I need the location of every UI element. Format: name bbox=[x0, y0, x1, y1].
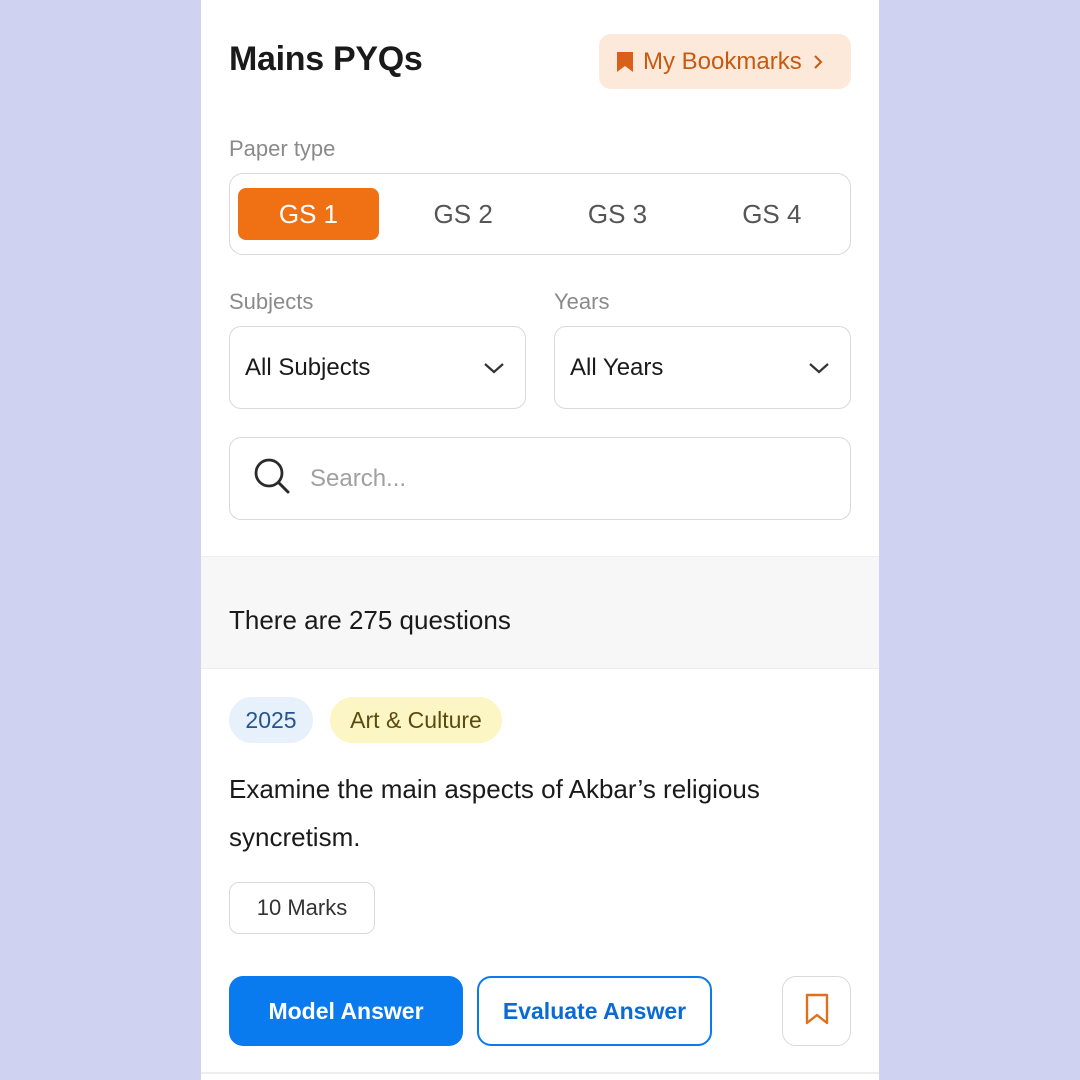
divider bbox=[201, 1072, 879, 1074]
question-card: 2025 Art & Culture Examine the main aspe… bbox=[201, 669, 879, 1080]
years-dropdown[interactable]: All Years bbox=[554, 326, 851, 409]
years-label: Years bbox=[554, 289, 610, 314]
tab-gs1[interactable]: GS 1 bbox=[238, 188, 379, 240]
subjects-dropdown[interactable]: All Subjects bbox=[229, 326, 526, 409]
page-title: Mains PYQs bbox=[229, 40, 423, 78]
results-count: There are 275 questions bbox=[229, 605, 511, 635]
search-box bbox=[229, 437, 851, 520]
years-value: All Years bbox=[570, 353, 664, 381]
paper-type-selector: GS 1 GS 2 GS 3 GS 4 bbox=[229, 173, 851, 255]
subjects-label: Subjects bbox=[229, 289, 314, 314]
chevron-down-icon bbox=[808, 354, 830, 382]
tab-gs3[interactable]: GS 3 bbox=[547, 188, 687, 240]
evaluate-answer-button[interactable]: Evaluate Answer bbox=[477, 976, 712, 1046]
chevron-down-icon bbox=[483, 354, 505, 382]
marks-badge: 10 Marks bbox=[229, 882, 375, 934]
search-input[interactable] bbox=[308, 463, 832, 494]
tab-gs2[interactable]: GS 2 bbox=[393, 188, 533, 240]
subject-badge: Art & Culture bbox=[330, 697, 502, 743]
paper-type-label: Paper type bbox=[229, 136, 336, 161]
app-screen: Mains PYQs My Bookmarks Paper type GS 1 … bbox=[201, 0, 879, 1080]
results-bar: There are 275 questions bbox=[201, 556, 879, 669]
header: Mains PYQs My Bookmarks bbox=[201, 0, 879, 120]
tab-gs4[interactable]: GS 4 bbox=[702, 188, 842, 240]
my-bookmarks-label: My Bookmarks bbox=[643, 47, 802, 75]
chevron-right-icon bbox=[812, 53, 824, 71]
search-icon bbox=[252, 456, 292, 501]
model-answer-button[interactable]: Model Answer bbox=[229, 976, 463, 1046]
bookmark-icon bbox=[803, 992, 831, 1031]
subjects-value: All Subjects bbox=[245, 353, 371, 381]
question-text: Examine the main aspects of Akbar’s reli… bbox=[229, 774, 760, 852]
my-bookmarks-button[interactable]: My Bookmarks bbox=[599, 34, 851, 89]
bookmark-question-button[interactable] bbox=[782, 976, 851, 1046]
bookmark-icon bbox=[615, 50, 635, 74]
year-badge: 2025 bbox=[229, 697, 313, 743]
